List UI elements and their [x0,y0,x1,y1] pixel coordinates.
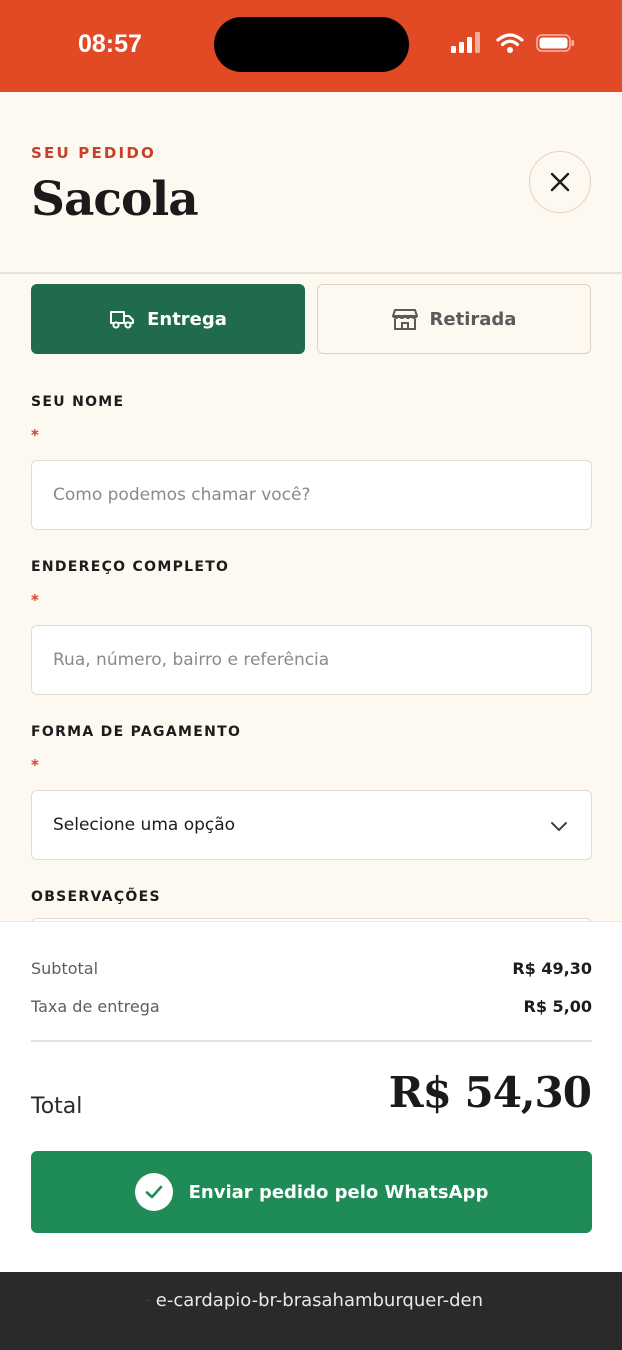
header-eyebrow: SEU PEDIDO [31,144,156,162]
subtotal-label: Subtotal [31,959,99,978]
close-button[interactable] [529,151,591,213]
name-label: SEU NOME [31,394,125,410]
payment-label: FORMA DE PAGAMENTO [31,724,242,740]
address-label: ENDEREÇO COMPLETO [31,559,230,575]
status-bar: 08:57 [0,0,622,92]
delivery-fee-row: Taxa de entrega R$ 5,00 [31,997,592,1016]
truck-icon [110,311,135,329]
battery-icon [536,34,574,52]
delivery-fee-value: R$ 5,00 [523,997,593,1016]
tab-entrega-label: Entrega [147,308,227,330]
wifi-icon [496,33,524,53]
address-required-mark: * [31,591,39,609]
send-whatsapp-button[interactable]: Enviar pedido pelo WhatsApp [31,1151,592,1233]
status-time: 08:57 [78,30,142,58]
payment-select[interactable]: Selecione uma opção [31,790,592,860]
name-required-mark: * [31,426,39,444]
name-field[interactable]: Como podemos chamar você? [31,460,592,530]
signal-icon [451,32,480,53]
url-display[interactable]: e-cardapio-br-brasahamburquer-den [147,1290,483,1311]
payment-selected-value: Selecione uma opção [53,815,236,835]
lock-icon [147,1300,148,1301]
dynamic-island [214,17,409,72]
chevron-down-icon [551,822,567,831]
delivery-fee-label: Taxa de entrega [31,997,160,1016]
check-circle-icon [134,1173,173,1211]
tab-entrega[interactable]: Entrega [31,284,305,354]
tab-retirada-label: Retirada [429,308,517,330]
url-text: e-cardapio-br-brasahamburquer-den [155,1290,483,1311]
address-field[interactable]: Rua, número, bairro e referência [31,625,592,695]
payment-required-mark: * [31,756,39,774]
page-title: Sacola [31,172,199,227]
notes-label: OBSERVAÇÕES [31,889,161,905]
total-value: R$ 54,30 [388,1068,592,1117]
status-icons [450,32,576,54]
subtotal-value: R$ 49,30 [512,959,592,978]
order-form[interactable]: Entrega Retirada SEU NOME * Como podemos… [0,274,622,921]
send-whatsapp-label: Enviar pedido pelo WhatsApp [188,1181,489,1203]
browser-url-bar[interactable]: e-cardapio-br-brasahamburquer-den [0,1272,622,1350]
store-icon [391,309,418,330]
subtotal-row: Subtotal R$ 49,30 [31,959,592,978]
order-summary: Subtotal R$ 49,30 Taxa de entrega R$ 5,0… [0,921,622,1272]
total-label: Total [31,1094,83,1119]
tab-retirada[interactable]: Retirada [317,284,591,354]
sheet-header: SEU PEDIDO Sacola [0,92,622,274]
summary-divider [31,1040,592,1042]
name-placeholder: Como podemos chamar você? [53,485,311,505]
close-icon [550,172,570,192]
address-placeholder: Rua, número, bairro e referência [53,650,330,670]
